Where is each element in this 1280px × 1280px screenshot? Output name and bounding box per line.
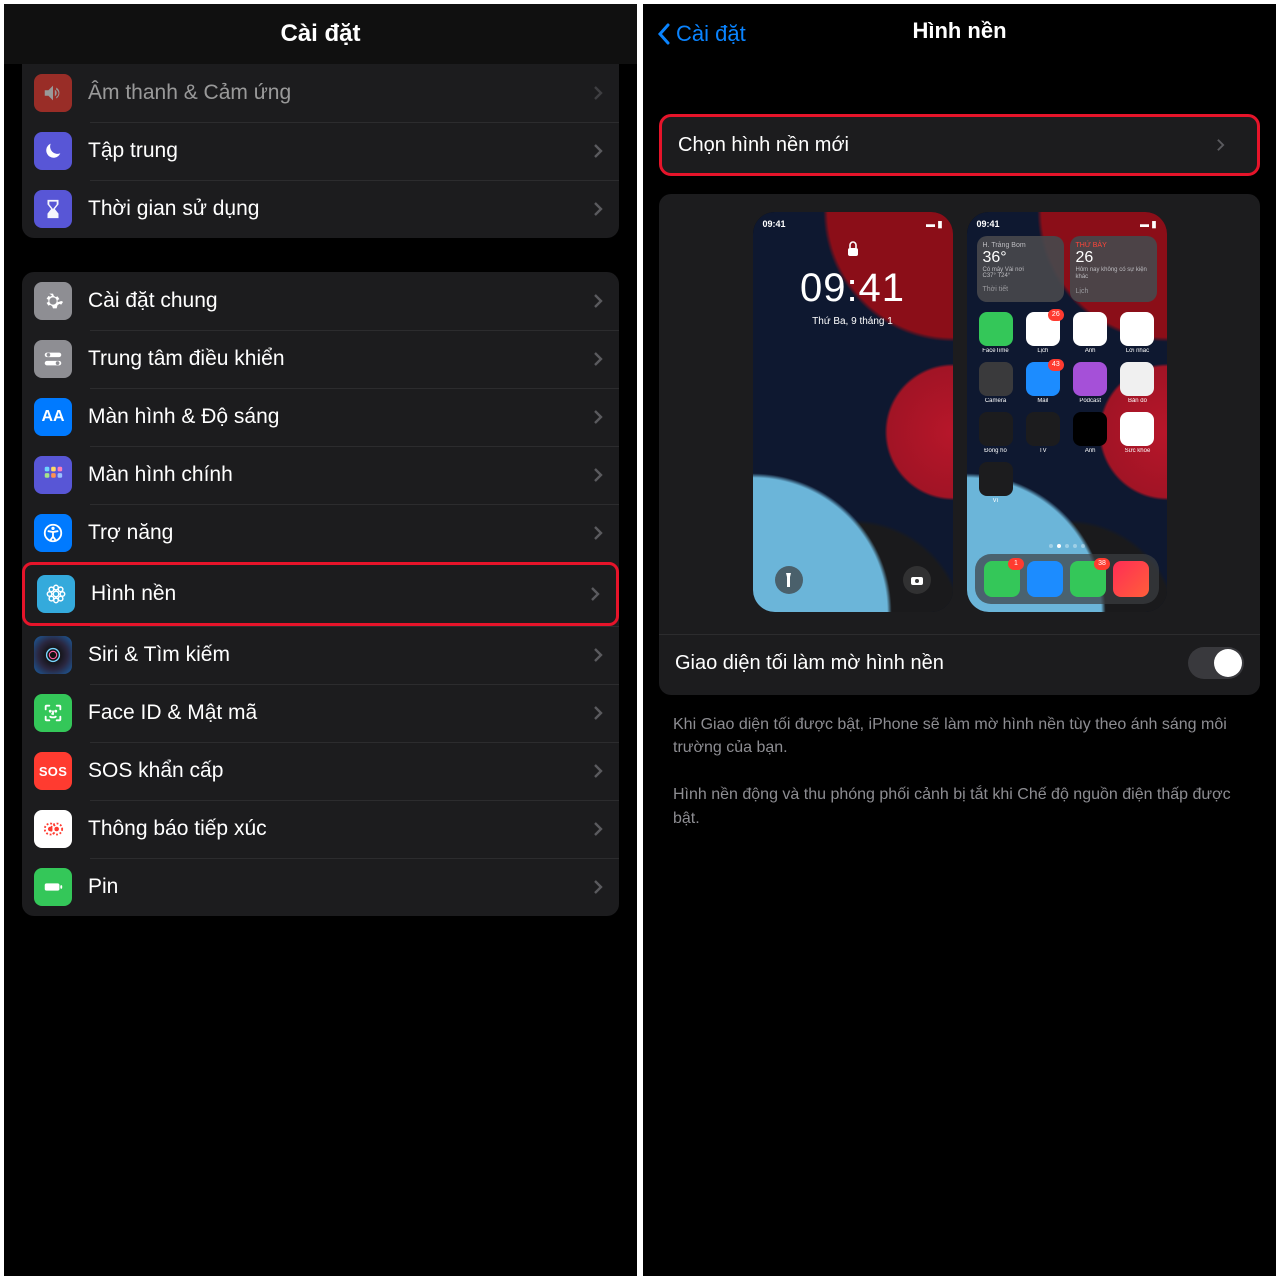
chevron-right-icon — [593, 705, 603, 721]
gear-icon — [34, 282, 72, 320]
lockscreen-date: Thứ Ba, 9 tháng 1 — [788, 316, 918, 327]
row-label: Thông báo tiếp xúc — [88, 817, 593, 841]
row-label: Face ID & Mật mã — [88, 701, 593, 725]
chevron-right-icon — [593, 467, 603, 483]
row-label: Màn hình & Độ sáng — [88, 405, 593, 429]
row-label: Màn hình chính — [88, 463, 593, 487]
row-label: Thời gian sử dụng — [88, 197, 593, 221]
row-wallpaper[interactable]: Hình nền — [22, 562, 619, 626]
row-home-screen[interactable]: Màn hình chính — [22, 446, 619, 504]
app-grid: FaceTime26LịchẢnhLời nhắc Camera43MailPo… — [977, 312, 1157, 512]
description-2: Hình nền động và thu phóng phối cảnh bị … — [673, 783, 1246, 829]
chevron-right-icon — [593, 647, 603, 663]
row-accessibility[interactable]: Trợ năng — [22, 504, 619, 562]
calendar-widget: THỨ BẢY 26 Hôm nay không có sự kiện khác… — [1070, 236, 1157, 302]
row-sos[interactable]: SOS SOS khẩn cấp — [22, 742, 619, 800]
row-display[interactable]: AA Màn hình & Độ sáng — [22, 388, 619, 446]
choose-wallpaper-label: Chọn hình nền mới — [678, 134, 849, 157]
wallpaper-previews: 09:41▬ ▮ 09:41 Thứ Ba, 9 tháng 1 09:41▬ … — [659, 194, 1260, 695]
chevron-right-icon — [593, 763, 603, 779]
chevron-right-icon — [593, 525, 603, 541]
moon-icon — [34, 132, 72, 170]
row-label: Pin — [88, 875, 593, 899]
row-label: Trung tâm điều khiển — [88, 347, 593, 371]
wallpaper-title: Hình nền — [912, 18, 1006, 44]
row-control-center[interactable]: Trung tâm điều khiển — [22, 330, 619, 388]
row-label: SOS khẩn cấp — [88, 759, 593, 783]
chevron-right-icon — [593, 821, 603, 837]
settings-group-1: Âm thanh & Cảm ứng Tập trung Thời gian s… — [22, 64, 619, 238]
row-label: Hình nền — [91, 582, 590, 606]
row-label: Âm thanh & Cảm ứng — [88, 81, 593, 105]
sound-icon — [34, 74, 72, 112]
wallpaper-panel: Cài đặt Hình nền Chọn hình nền mới 09:41… — [643, 4, 1276, 1276]
back-label: Cài đặt — [676, 21, 746, 47]
flashlight-button — [775, 566, 803, 594]
dock: 138 — [975, 554, 1159, 604]
chevron-right-icon — [593, 409, 603, 425]
row-battery[interactable]: Pin — [22, 858, 619, 916]
exposure-icon — [34, 810, 72, 848]
display-icon: AA — [34, 398, 72, 436]
grid-icon — [34, 456, 72, 494]
chevron-right-icon — [593, 85, 603, 101]
homescreen-preview[interactable]: 09:41▬ ▮ H. Trảng Bom 36° Có mây Vài nơi… — [967, 212, 1167, 612]
row-siri[interactable]: Siri & Tìm kiếm — [22, 626, 619, 684]
dim-wallpaper-toggle[interactable] — [1188, 647, 1244, 679]
choose-wallpaper-button[interactable]: Chọn hình nền mới — [662, 117, 1257, 173]
chevron-right-icon — [593, 351, 603, 367]
chevron-right-icon — [593, 201, 603, 217]
lock-icon — [846, 240, 860, 263]
row-focus[interactable]: Tập trung — [22, 122, 619, 180]
row-sound[interactable]: Âm thanh & Cảm ứng — [22, 64, 619, 122]
battery-icon — [34, 868, 72, 906]
switches-icon — [34, 340, 72, 378]
row-exposure[interactable]: Thông báo tiếp xúc — [22, 800, 619, 858]
accessibility-icon — [34, 514, 72, 552]
settings-title: Cài đặt — [4, 4, 637, 64]
sos-icon: SOS — [34, 752, 72, 790]
row-label: Trợ năng — [88, 521, 593, 545]
weather-widget: H. Trảng Bom 36° Có mây Vài nơi C37° T24… — [977, 236, 1064, 302]
row-label: Tập trung — [88, 139, 593, 163]
lockscreen-preview[interactable]: 09:41▬ ▮ 09:41 Thứ Ba, 9 tháng 1 — [753, 212, 953, 612]
row-general[interactable]: Cài đặt chung — [22, 272, 619, 330]
chevron-right-icon — [593, 293, 603, 309]
lockscreen-time: 09:41 — [800, 266, 905, 311]
faceid-icon — [34, 694, 72, 732]
row-label: Siri & Tìm kiếm — [88, 643, 593, 667]
back-button[interactable]: Cài đặt — [657, 21, 746, 47]
row-faceid[interactable]: Face ID & Mật mã — [22, 684, 619, 742]
wallpaper-icon — [37, 575, 75, 613]
row-screentime[interactable]: Thời gian sử dụng — [22, 180, 619, 238]
chevron-right-icon — [1216, 138, 1225, 152]
camera-button — [903, 566, 931, 594]
settings-panel: Cài đặt Âm thanh & Cảm ứng Tập trung — [4, 4, 637, 1276]
siri-icon — [34, 636, 72, 674]
chevron-right-icon — [593, 143, 603, 159]
chevron-right-icon — [593, 879, 603, 895]
choose-wallpaper-group: Chọn hình nền mới — [659, 114, 1260, 176]
hourglass-icon — [34, 190, 72, 228]
dim-wallpaper-row: Giao diện tối làm mờ hình nền — [659, 634, 1260, 691]
settings-group-2: Cài đặt chung Trung tâm điều khiển AA Mà… — [22, 272, 619, 916]
chevron-right-icon — [590, 586, 600, 602]
dim-wallpaper-label: Giao diện tối làm mờ hình nền — [675, 652, 944, 675]
row-label: Cài đặt chung — [88, 289, 593, 313]
description-1: Khi Giao diện tối được bật, iPhone sẽ là… — [673, 713, 1246, 759]
